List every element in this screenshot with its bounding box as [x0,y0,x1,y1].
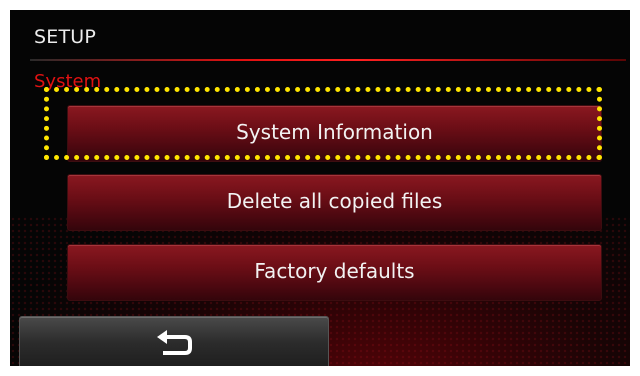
factory-defaults-button[interactable]: Factory defaults [67,244,602,301]
back-button[interactable] [19,316,329,366]
title-divider [30,59,626,61]
system-information-button[interactable]: System Information [67,105,602,162]
delete-copied-files-label: Delete all copied files [226,188,443,213]
page-title: SETUP [34,26,97,48]
delete-copied-files-button[interactable]: Delete all copied files [67,174,602,231]
back-return-arrow-icon [153,328,195,362]
system-information-label: System Information [236,119,433,144]
section-label: System [34,71,102,92]
setup-screen: SETUP System System Information Delete a… [10,10,630,366]
factory-defaults-label: Factory defaults [254,258,415,283]
